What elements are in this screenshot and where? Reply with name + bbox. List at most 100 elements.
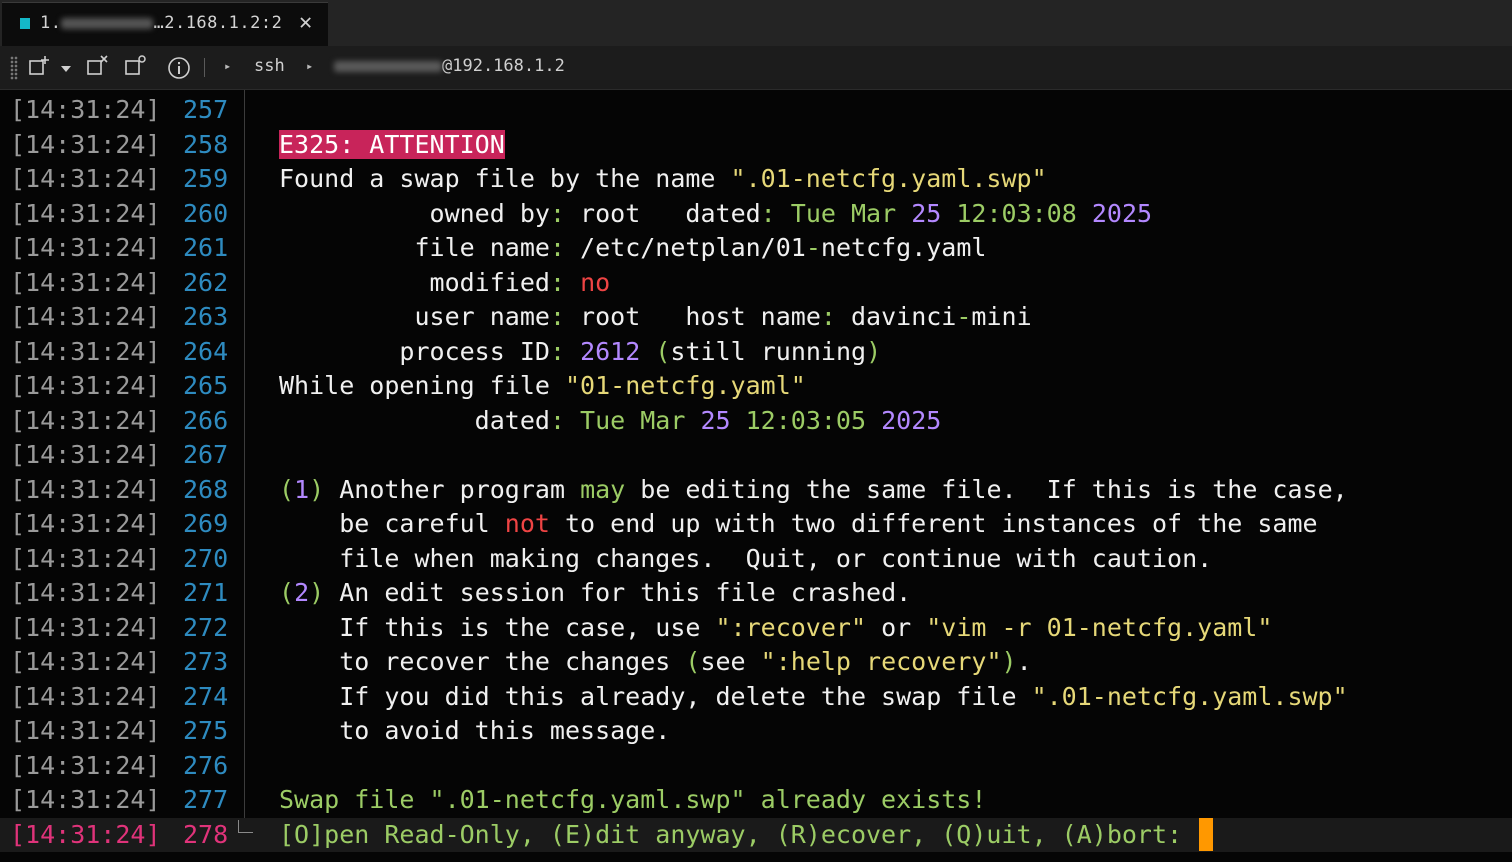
text-segment: no — [580, 267, 611, 297]
text-segment: [O]pen Read-Only, (E)dit anyway, (R)ecov… — [279, 819, 1198, 849]
text-segment: file when making changes. Quit, or conti… — [279, 543, 1213, 573]
text-segment: If this is the case, use — [279, 612, 716, 642]
text-segment: Found a swap file by the name — [279, 164, 731, 193]
line-number: 261 — [183, 233, 229, 262]
line-number: 276 — [183, 750, 229, 780]
chevron-right-icon: ▸ — [306, 59, 314, 73]
text-segment: may — [580, 474, 626, 504]
text-segment: 12:03:08 — [956, 198, 1077, 228]
line-number: 274 — [183, 681, 229, 711]
close-tab-icon[interactable] — [86, 55, 108, 81]
terminal-line: [14:31:24] 257 — [0, 93, 1512, 128]
text-segment — [941, 199, 956, 228]
drag-grip-icon[interactable] — [10, 56, 18, 80]
gutter-corner-icon — [238, 819, 253, 833]
close-icon[interactable]: ✕ — [299, 10, 312, 35]
text-segment: ( — [685, 647, 701, 676]
text-segment: 2025 — [1091, 198, 1153, 228]
line-content: While opening file "01-netcfg.yaml" — [279, 369, 806, 404]
tab-bar: 1. …2.168.1.2:2 ✕ — [0, 0, 1512, 46]
chevron-down-icon[interactable] — [60, 59, 72, 78]
terminal-line: [14:31:24] 258 E325: ATTENTION — [0, 128, 1512, 163]
text-segment — [640, 337, 655, 366]
line-timestamp: [14:31:24] — [10, 267, 161, 297]
line-number: 257 — [183, 95, 229, 124]
line-content: process ID: 2612 (still running) — [279, 335, 881, 370]
line-timestamp: [14:31:24] — [10, 681, 161, 711]
chevron-right-icon: ▸ — [224, 59, 232, 73]
line-timestamp: [14:31:24] — [10, 612, 161, 642]
line-number: 270 — [183, 543, 229, 573]
line-number: 264 — [183, 336, 229, 366]
text-segment: ( — [279, 474, 295, 504]
text-segment: "vim -r 01-netcfg.yaml" — [926, 612, 1273, 642]
line-content: be careful not to end up with two differ… — [279, 507, 1318, 542]
terminal-output[interactable]: [14:31:24] 257 [14:31:24] 258 E325: ATTENTIO… — [0, 90, 1512, 862]
breadcrumb-ssh[interactable]: ssh — [254, 56, 285, 76]
line-timestamp: [14:31:24] — [10, 164, 161, 193]
line-content: (1) Another program may be editing the s… — [279, 473, 1348, 508]
terminal-line: [14:31:24] 269 be careful not to end up w… — [0, 507, 1512, 542]
text-segment: or — [866, 612, 927, 642]
text-segment: process ID — [279, 336, 550, 366]
terminal-line: [14:31:24] 267 — [0, 438, 1512, 473]
terminal-line: [14:31:24] 276 — [0, 749, 1512, 784]
text-segment — [731, 406, 746, 435]
text-segment: mini — [971, 302, 1032, 331]
line-timestamp: [14:31:24] — [10, 474, 161, 504]
text-segment: If you did this already, delete the swap… — [279, 681, 1032, 711]
line-number: 258 — [183, 129, 229, 159]
tab-title-prefix: 1. — [40, 13, 62, 33]
text-segment: ".01-netcfg.yaml.swp" — [730, 164, 1047, 193]
breadcrumb-host-label: @192.168.1.2 — [442, 56, 565, 76]
new-tab-icon[interactable] — [28, 55, 50, 81]
line-number: 268 — [183, 474, 229, 504]
tab-title-suffix: …2.168.1.2:2 — [153, 13, 283, 33]
line-number: 263 — [183, 302, 229, 331]
tab-status-icon — [20, 18, 30, 29]
text-segment: Swap file ".01-netcfg.yaml.swp" already … — [279, 785, 987, 814]
text-segment: : — [549, 336, 565, 366]
breadcrumb-host[interactable]: @192.168.1.2 — [334, 56, 565, 76]
info-icon[interactable] — [167, 56, 191, 84]
line-timestamp: [14:31:24] — [10, 233, 161, 262]
text-segment: ".01-netcfg.yaml.swp" — [1031, 681, 1348, 711]
line-timestamp: [14:31:24] — [10, 302, 161, 331]
text-segment: ) — [309, 578, 325, 607]
line-number: 269 — [183, 509, 229, 538]
line-content: If this is the case, use ":recover" or "… — [279, 611, 1272, 646]
line-number: 265 — [183, 371, 229, 400]
line-content: [O]pen Read-Only, (E)dit anyway, (R)ecov… — [279, 817, 1214, 853]
text-segment — [866, 406, 881, 435]
line-number: 272 — [183, 612, 229, 642]
text-segment: owned by — [279, 198, 550, 228]
line-timestamp: [14:31:24] — [10, 371, 161, 400]
terminal-line: [14:31:24] 265 While opening file "01-netc… — [0, 369, 1512, 404]
line-number: 267 — [183, 440, 229, 469]
line-timestamp: [14:31:24] — [10, 509, 161, 538]
settings-tab-icon[interactable] — [124, 55, 146, 81]
tab-ssh-session[interactable]: 1. …2.168.1.2:2 ✕ — [2, 2, 328, 46]
line-timestamp: [14:31:24] — [10, 785, 161, 814]
text-segment: : — [549, 233, 565, 262]
text-segment: modified — [279, 267, 550, 297]
terminal-line: [14:31:24] 272 If this is the case, use "… — [0, 611, 1512, 646]
terminal-line: [14:31:24] 260 owned by: root dated: Tue … — [0, 197, 1512, 232]
text-segment: 12:03:05 — [745, 405, 867, 435]
text-cursor[interactable] — [1199, 817, 1214, 851]
line-timestamp: [14:31:24] — [10, 336, 161, 366]
text-segment: dated — [279, 405, 550, 435]
text-segment: still running — [670, 336, 867, 366]
text-segment: 1 — [294, 474, 310, 504]
line-timestamp: [14:31:24] — [10, 578, 161, 607]
text-segment: to end up with two different instances o… — [549, 509, 1318, 538]
line-content: file name: /etc/netplan/01-netcfg.yaml — [279, 231, 986, 266]
line-timestamp: [14:31:24] — [10, 716, 161, 745]
line-content: dated: Tue Mar 25 12:03:05 2025 — [279, 404, 942, 439]
text-segment: netcfg.yaml — [820, 233, 987, 262]
text-segment: : Tue Mar — [760, 198, 912, 228]
line-timestamp: [14:31:24] — [10, 647, 161, 676]
terminal-line: [14:31:24] 271 (2) An edit session for thi… — [0, 576, 1512, 611]
text-segment: /etc/netplan/01 — [565, 233, 806, 262]
tab-title: 1. …2.168.1.2:2 — [40, 13, 282, 33]
